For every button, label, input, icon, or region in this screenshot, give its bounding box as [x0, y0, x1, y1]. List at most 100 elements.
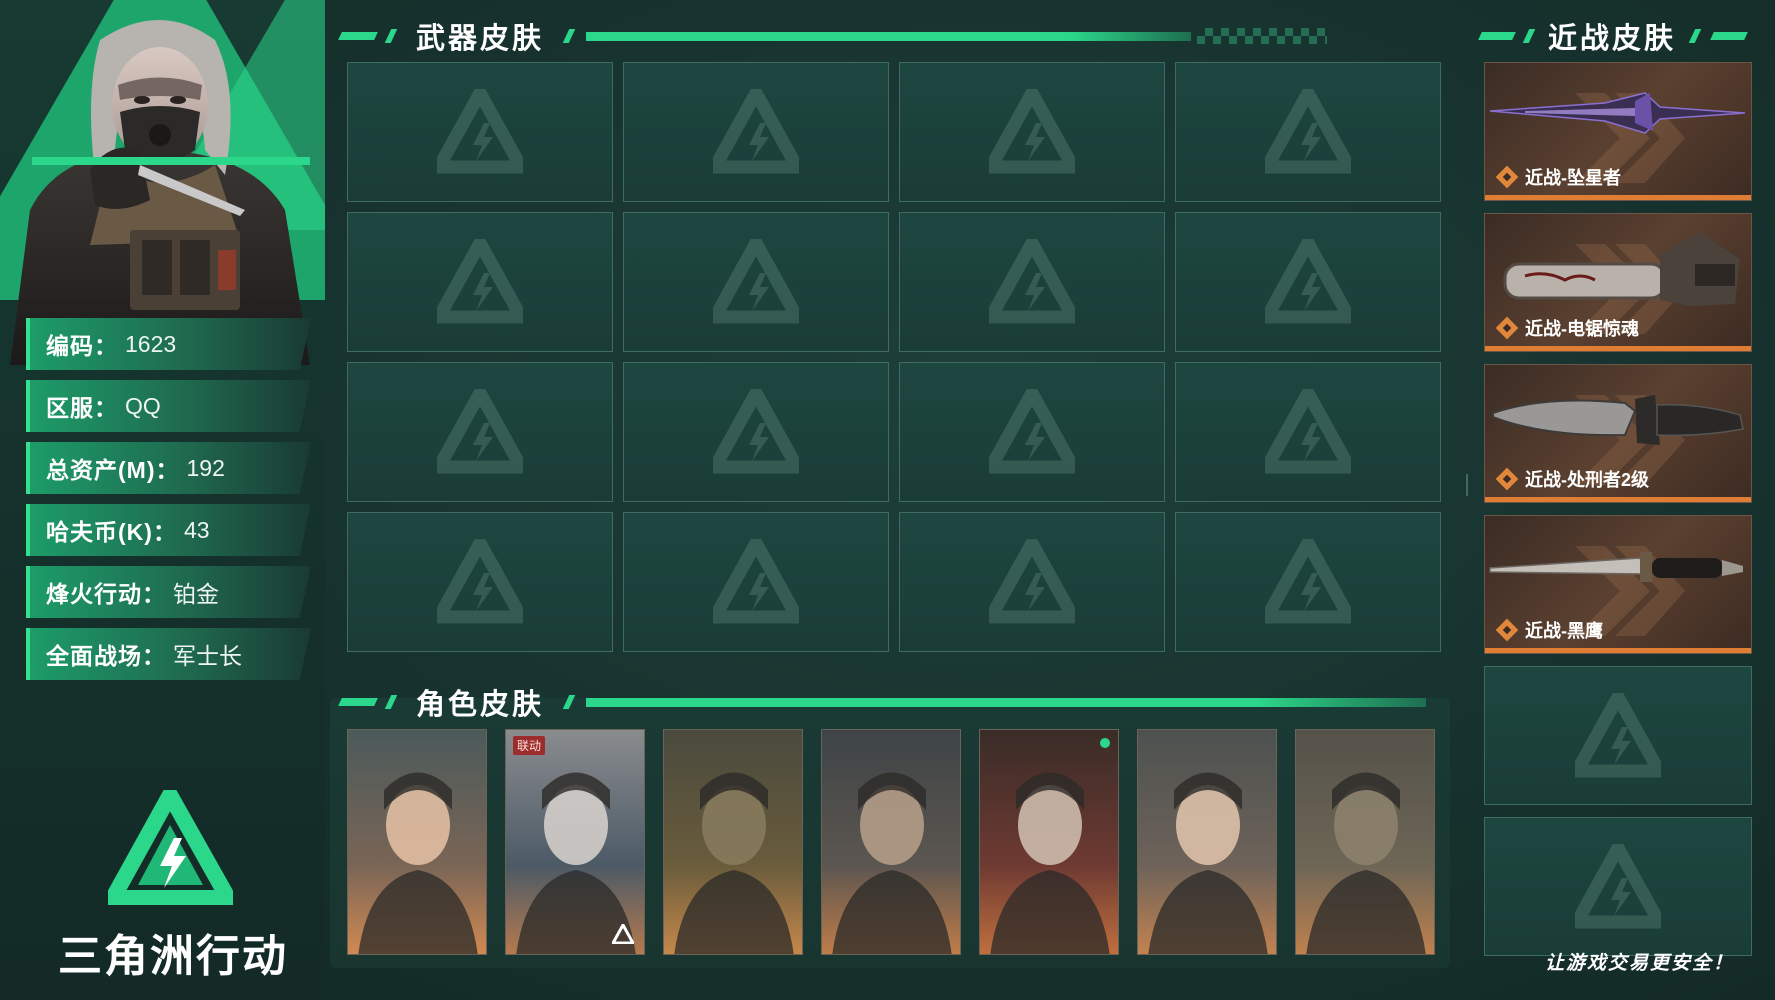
melee-skin-name: 近战-电锯惊魂: [1525, 319, 1639, 339]
melee-skin-label: 近战-处刑者2级: [1495, 466, 1650, 492]
character-skin-card[interactable]: [663, 729, 803, 955]
field-warfare-rank: 全面战场： 军士长: [26, 628, 311, 680]
weapon-skin-slot[interactable]: [347, 362, 613, 502]
weapon-skin-slot[interactable]: [347, 212, 613, 352]
logo-text: 三角洲行动: [58, 931, 288, 982]
character-skin-card[interactable]: [821, 729, 961, 955]
weapon-skins-header: 武器皮肤: [338, 16, 1328, 56]
character-skin-row: 联动: [347, 729, 1437, 955]
melee-skin-name: 近战-黑鹰: [1525, 621, 1603, 641]
delta-placeholder-icon: [1265, 89, 1351, 174]
delta-placeholder-icon: [1575, 692, 1661, 777]
delta-logo-icon: [612, 924, 634, 944]
field-colon: ：: [142, 643, 165, 669]
weapon-skin-slot[interactable]: [623, 362, 889, 502]
melee-skin-label: 近战-黑鹰: [1495, 617, 1603, 643]
weapon-skin-slot[interactable]: [1175, 212, 1441, 352]
divider: [1466, 474, 1468, 496]
delta-placeholder-icon: [1265, 389, 1351, 474]
weapon-skin-slot[interactable]: [899, 512, 1165, 652]
melee-skin-card[interactable]: 近战-黑鹰: [1484, 515, 1752, 654]
checker-decor: [1197, 28, 1328, 44]
slogan: 让游戏交易更安全！: [1545, 953, 1735, 974]
melee-skin-name: 近战-坠星者: [1525, 168, 1621, 188]
field-label: 总资产(M): [46, 457, 156, 483]
field-colon: ：: [155, 457, 179, 483]
delta-placeholder-icon: [437, 89, 523, 174]
melee-skin-label: 近战-电锯惊魂: [1495, 315, 1639, 341]
weapon-skin-slot[interactable]: [899, 362, 1165, 502]
field-colon: ：: [94, 333, 117, 359]
item-rarity-icon: [1495, 618, 1519, 642]
field-value: 铂金: [173, 581, 219, 607]
operator-portrait-icon: [1138, 730, 1276, 954]
item-rarity-icon: [1495, 467, 1519, 491]
operator-portrait-icon: [348, 730, 486, 954]
melee-skin-empty-slot[interactable]: [1484, 817, 1752, 956]
melee-skin-card[interactable]: 近战-处刑者2级: [1484, 364, 1752, 503]
field-id: 编码： 1623: [26, 318, 311, 370]
weapon-skin-slot[interactable]: [1175, 62, 1441, 202]
operator-portrait-icon: [1296, 730, 1434, 954]
section-title: 角色皮肤: [416, 689, 545, 721]
field-label: 全面战场: [46, 643, 142, 669]
delta-placeholder-icon: [713, 389, 799, 474]
operator-portrait-icon: [664, 730, 802, 954]
weapon-skin-slot[interactable]: [899, 212, 1165, 352]
field-label: 哈夫币(K): [46, 519, 153, 545]
field-colon: ：: [152, 519, 176, 545]
character-skin-card[interactable]: 联动: [505, 729, 645, 955]
rarity-stripe: [1485, 195, 1751, 200]
weapon-skin-slot[interactable]: [623, 512, 889, 652]
character-skin-card[interactable]: [979, 729, 1119, 955]
field-value: 192: [186, 454, 225, 481]
weapon-skin-slot[interactable]: [1175, 362, 1441, 502]
character-skin-card[interactable]: [1295, 729, 1435, 955]
delta-placeholder-icon: [713, 539, 799, 624]
field-label: 区服: [46, 395, 94, 421]
field-label: 编码: [46, 333, 94, 359]
section-title: 近战皮肤: [1548, 23, 1677, 55]
field-colon: ：: [142, 581, 165, 607]
delta-placeholder-icon: [437, 239, 523, 324]
rarity-stripe: [1485, 497, 1751, 502]
character-skins-header: 角色皮肤: [338, 682, 1427, 722]
delta-placeholder-icon: [989, 239, 1075, 324]
operator-portrait-icon: [506, 730, 644, 954]
melee-skin-card[interactable]: 近战-坠星者: [1484, 62, 1752, 201]
operator-portrait-icon: [822, 730, 960, 954]
delta-placeholder-icon: [989, 539, 1075, 624]
melee-skin-label: 近战-坠星者: [1495, 164, 1621, 190]
character-skin-card[interactable]: [1137, 729, 1277, 955]
weapon-skin-slot[interactable]: [1175, 512, 1441, 652]
weapon-skin-grid: [347, 62, 1442, 654]
field-value: 军士长: [173, 643, 242, 669]
weapon-skin-slot[interactable]: [623, 212, 889, 352]
melee-skin-empty-slot[interactable]: [1484, 666, 1752, 805]
field-value: 43: [183, 516, 210, 543]
delta-placeholder-icon: [989, 389, 1075, 474]
game-logo: 三角洲行动: [58, 790, 286, 982]
delta-logo-icon: [108, 790, 233, 905]
operator-portrait-icon: [980, 730, 1118, 954]
field-colon: ：: [94, 395, 117, 421]
weapon-skin-slot[interactable]: [347, 512, 613, 652]
field-value: QQ: [125, 392, 161, 419]
melee-skin-name: 近战-处刑者2级: [1525, 470, 1650, 490]
delta-placeholder-icon: [437, 389, 523, 474]
melee-skins-header: 近战皮肤: [1478, 16, 1748, 56]
character-skin-card[interactable]: [347, 729, 487, 955]
delta-placeholder-icon: [713, 239, 799, 324]
page: 编码： 1623 区服： QQ 总资产(M)： 192 哈夫币(K)： 43 烽…: [0, 0, 1775, 1000]
delta-placeholder-icon: [1265, 239, 1351, 324]
melee-skin-column: 近战-坠星者 近战-电锯惊魂 近战-处刑者2级 近战-黑鹰: [1484, 62, 1752, 962]
status-dot: [1100, 738, 1110, 748]
weapon-skin-slot[interactable]: [899, 62, 1165, 202]
rarity-stripe: [1485, 648, 1751, 653]
field-operations-rank: 烽火行动： 铂金: [26, 566, 311, 618]
operator-portrait: [0, 0, 325, 365]
field-server: 区服： QQ: [26, 380, 311, 432]
weapon-skin-slot[interactable]: [347, 62, 613, 202]
weapon-skin-slot[interactable]: [623, 62, 889, 202]
melee-skin-card[interactable]: 近战-电锯惊魂: [1484, 213, 1752, 352]
